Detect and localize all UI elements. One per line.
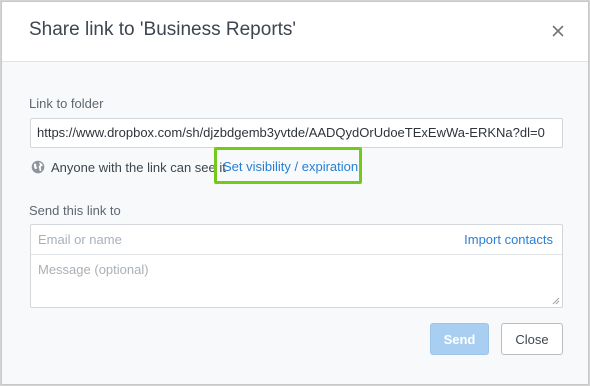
share-dialog: Share link to 'Business Reports' Link to…	[1, 1, 589, 385]
set-visibility-link[interactable]: Set visibility / expiration	[223, 159, 358, 174]
visibility-info: Anyone with the link can see it	[31, 158, 226, 176]
send-link-label: Send this link to	[29, 203, 121, 218]
dialog-header: Share link to 'Business Reports'	[2, 2, 588, 62]
visibility-text: Anyone with the link can see it	[51, 159, 226, 175]
resize-grip-icon[interactable]	[552, 297, 560, 305]
globe-icon	[31, 160, 45, 174]
link-to-folder-label: Link to folder	[29, 96, 104, 111]
email-input[interactable]: Email or name	[38, 232, 438, 247]
close-icon[interactable]	[547, 20, 569, 42]
close-button[interactable]: Close	[501, 323, 563, 355]
recipients-box: Email or name Import contacts Message (o…	[30, 224, 563, 308]
send-button[interactable]: Send	[430, 323, 489, 355]
import-contacts-link[interactable]: Import contacts	[464, 232, 553, 247]
dialog-title: Share link to 'Business Reports'	[29, 19, 297, 40]
share-link-field[interactable]: https://www.dropbox.com/sh/djzbdgemb3yvt…	[30, 118, 563, 148]
email-row: Email or name Import contacts	[31, 225, 562, 255]
message-input[interactable]: Message (optional)	[38, 262, 149, 277]
